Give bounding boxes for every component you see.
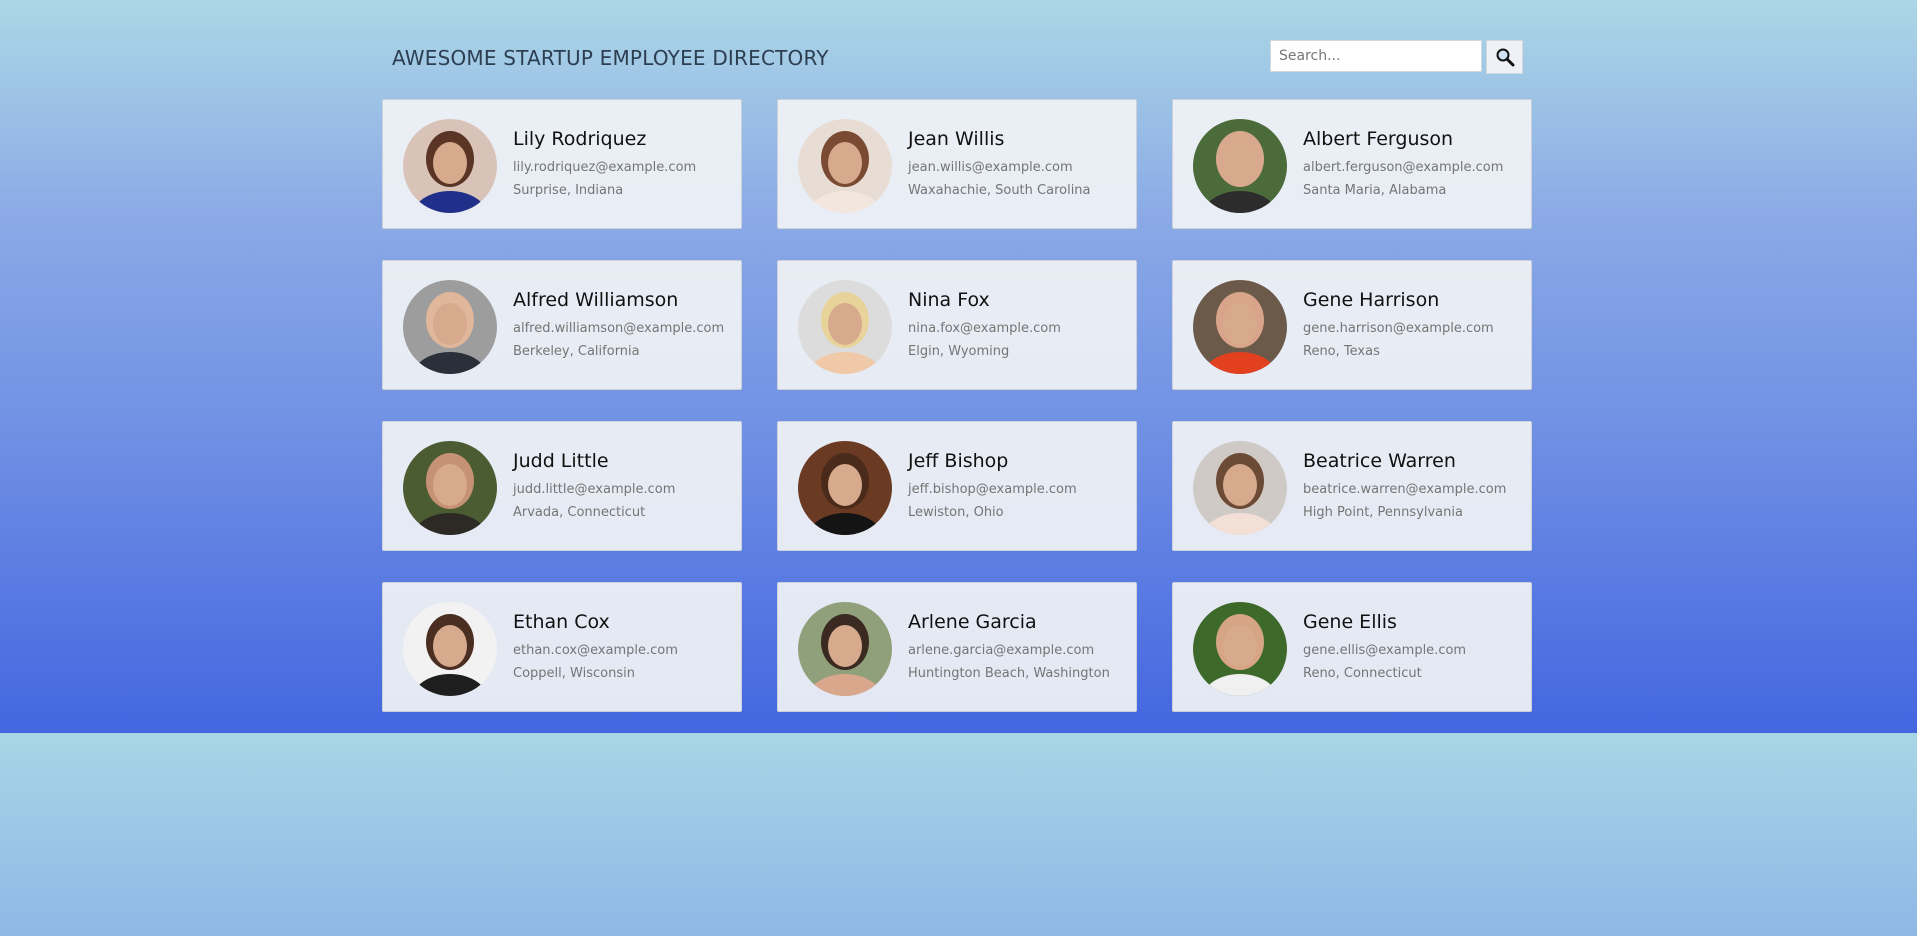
employee-info: Jeff Bishop jeff.bishop@example.com Lewist…	[908, 450, 1077, 524]
employee-name: Jean Willis	[908, 128, 1005, 150]
employee-location: Coppell, Wisconsin	[513, 666, 635, 681]
avatar	[403, 280, 497, 374]
employee-location: Arvada, Connecticut	[513, 505, 646, 520]
employee-name: Nina Fox	[908, 289, 990, 311]
avatar	[1193, 441, 1287, 535]
avatar	[798, 119, 892, 213]
avatar	[1193, 602, 1287, 696]
employee-name: Gene Harrison	[1303, 289, 1440, 311]
employee-email: jean.willis@example.com	[908, 160, 1073, 175]
employee-info: Gene Harrison gene.harrison@example.com Re…	[1303, 289, 1494, 363]
employee-info: Ethan Cox ethan.cox@example.com Coppell, W…	[513, 611, 678, 685]
employee-location: Reno, Texas	[1303, 344, 1380, 359]
employee-email: gene.harrison@example.com	[1303, 321, 1494, 336]
employee-location: High Point, Pennsylvania	[1303, 505, 1463, 520]
search-button[interactable]	[1486, 40, 1523, 74]
employee-location: Reno, Connecticut	[1303, 666, 1422, 681]
avatar	[798, 280, 892, 374]
employee-info: Jean Willis jean.willis@example.com Waxaha…	[908, 128, 1091, 202]
employee-card[interactable]: Albert Ferguson albert.ferguson@example.c…	[1172, 99, 1532, 229]
magnifying-glass-icon	[1496, 48, 1514, 67]
employee-name: Ethan Cox	[513, 611, 610, 633]
employee-card[interactable]: Arlene Garcia arlene.garcia@example.com Hu…	[777, 582, 1137, 712]
employee-email: ethan.cox@example.com	[513, 643, 678, 658]
employee-email: nina.fox@example.com	[908, 321, 1061, 336]
employee-card[interactable]: Nina Fox nina.fox@example.com Elgin, Wyomi…	[777, 260, 1137, 390]
employee-location: Elgin, Wyoming	[908, 344, 1010, 359]
employee-info: Arlene Garcia arlene.garcia@example.com Hu…	[908, 611, 1110, 685]
employee-card[interactable]: Jeff Bishop jeff.bishop@example.com Lewist…	[777, 421, 1137, 551]
employee-card[interactable]: Lily Rodriquez lily.rodriquez@example.com…	[382, 99, 742, 229]
employee-location: Surprise, Indiana	[513, 183, 624, 198]
avatar	[798, 441, 892, 535]
employee-name: Lily Rodriquez	[513, 128, 647, 150]
employee-info: Alfred Williamson alfred.williamson@examp…	[513, 289, 724, 363]
avatar	[798, 602, 892, 696]
avatar	[403, 602, 497, 696]
employee-name: Beatrice Warren	[1303, 450, 1456, 472]
avatar	[403, 441, 497, 535]
avatar	[403, 119, 497, 213]
employee-email: judd.little@example.com	[513, 482, 676, 497]
employee-email: lily.rodriquez@example.com	[513, 160, 697, 175]
header: AWESOME STARTUP EMPLOYEE DIRECTORY	[383, 40, 1532, 80]
employee-info: Lily Rodriquez lily.rodriquez@example.com…	[513, 128, 696, 202]
employee-name: Jeff Bishop	[908, 450, 1009, 472]
employee-card[interactable]: Alfred Williamson alfred.williamson@examp…	[382, 260, 742, 390]
employee-location: Huntington Beach, Washington	[908, 666, 1110, 681]
employee-info: Gene Ellis gene.ellis@example.com Reno, Co…	[1303, 611, 1466, 685]
employee-name: Alfred Williamson	[513, 289, 679, 311]
employee-email: jeff.bishop@example.com	[908, 482, 1077, 497]
employee-location: Berkeley, California	[513, 344, 640, 359]
employee-location: Santa Maria, Alabama	[1303, 183, 1447, 198]
employee-card[interactable]: Judd Little judd.little@example.com Arvada…	[382, 421, 742, 551]
employee-email: alfred.williamson@example.com	[513, 321, 725, 336]
employee-email: gene.ellis@example.com	[1303, 643, 1467, 658]
search-input[interactable]	[1270, 40, 1482, 72]
employee-grid: Lily Rodriquez lily.rodriquez@example.com…	[382, 99, 1533, 712]
employee-card[interactable]: Ethan Cox ethan.cox@example.com Coppell, W…	[382, 582, 742, 712]
employee-email: arlene.garcia@example.com	[908, 643, 1095, 658]
employee-name: Albert Ferguson	[1303, 128, 1454, 150]
employee-info: Nina Fox nina.fox@example.com Elgin, Wyomi…	[908, 289, 1061, 363]
employee-card[interactable]: Beatrice Warren beatrice.warren@example.c…	[1172, 421, 1532, 551]
employee-info: Beatrice Warren beatrice.warren@example.c…	[1303, 450, 1506, 524]
page-background-lower	[0, 733, 1917, 936]
employee-card[interactable]: Gene Harrison gene.harrison@example.com Re…	[1172, 260, 1532, 390]
employee-name: Arlene Garcia	[908, 611, 1037, 633]
employee-email: beatrice.warren@example.com	[1303, 482, 1507, 497]
employee-email: albert.ferguson@example.com	[1303, 160, 1504, 175]
page-title: AWESOME STARTUP EMPLOYEE DIRECTORY	[392, 46, 829, 70]
employee-name: Gene Ellis	[1303, 611, 1397, 633]
employee-location: Lewiston, Ohio	[908, 505, 1004, 520]
employee-card[interactable]: Jean Willis jean.willis@example.com Waxaha…	[777, 99, 1137, 229]
employee-name: Judd Little	[513, 450, 609, 472]
employee-location: Waxahachie, South Carolina	[908, 183, 1091, 198]
employee-card[interactable]: Gene Ellis gene.ellis@example.com Reno, Co…	[1172, 582, 1532, 712]
search-container	[1270, 40, 1523, 74]
avatar	[1193, 280, 1287, 374]
employee-info: Albert Ferguson albert.ferguson@example.c…	[1303, 128, 1503, 202]
avatar	[1193, 119, 1287, 213]
employee-info: Judd Little judd.little@example.com Arvada…	[513, 450, 675, 524]
